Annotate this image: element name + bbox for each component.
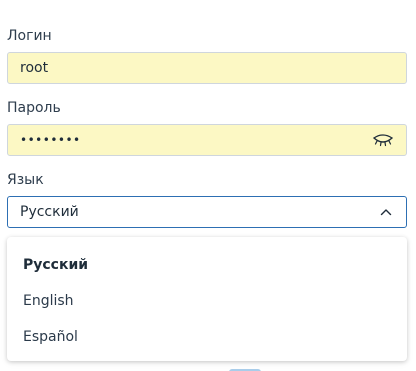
login-label: Логин [7, 28, 52, 44]
eye-closed-icon[interactable] [372, 133, 394, 147]
language-option-russian[interactable]: Русский [7, 247, 407, 283]
language-dropdown-menu: Русский English Español [7, 237, 407, 361]
login-value: root [20, 60, 49, 76]
login-form: Логин root Пароль •••••••• Язык Русский … [0, 0, 416, 371]
language-select[interactable]: Русский [7, 196, 407, 228]
language-label: Язык [7, 172, 44, 188]
password-label: Пароль [7, 100, 61, 116]
login-input[interactable]: root [7, 52, 407, 84]
language-selected-value: Русский [20, 204, 79, 220]
password-input[interactable]: •••••••• [7, 124, 407, 156]
language-option-spanish[interactable]: Español [7, 319, 407, 355]
chevron-up-icon [380, 209, 392, 216]
password-value: •••••••• [20, 133, 81, 147]
language-option-english[interactable]: English [7, 283, 407, 319]
